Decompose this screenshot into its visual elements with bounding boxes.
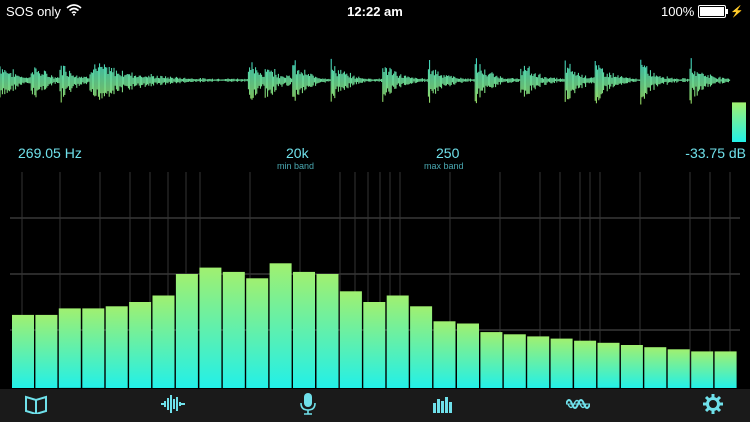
spectrum-bar (574, 340, 597, 388)
spectrum-bar (457, 323, 479, 388)
spectrum-bar (58, 308, 81, 388)
spectrum-bar (433, 321, 456, 388)
spectrum-bar (339, 291, 362, 388)
battery-percent: 100% (661, 4, 695, 19)
spectrum-bar (386, 295, 409, 388)
microphone-icon (300, 392, 316, 420)
spectrum-bar (129, 302, 152, 388)
spectrum-bars-icon (432, 395, 454, 418)
spectrum-bar (667, 349, 690, 388)
max-band-label: max band (424, 161, 464, 171)
tab-book[interactable] (24, 394, 48, 418)
spectrum-bar (152, 295, 175, 388)
frequency-readout: 269.05 Hz (18, 145, 82, 161)
spectrum-bar (363, 302, 386, 388)
spectrum-bar (550, 338, 573, 388)
tab-bar (0, 389, 750, 422)
level-readout: -33.75 dB (685, 145, 746, 161)
book-icon (25, 394, 47, 419)
tab-oscilloscope[interactable] (565, 394, 591, 419)
spectrum-bar (316, 274, 339, 388)
gear-icon (703, 393, 723, 419)
oscilloscope-icon (565, 394, 591, 419)
spectrum-bar (82, 308, 105, 388)
spectrum-bar (597, 342, 620, 388)
spectrum-bar (222, 271, 245, 388)
spectrum-bar (714, 351, 737, 388)
min-band-label: min band (277, 161, 315, 171)
spectrum-bar (269, 263, 292, 388)
spectrum-bar (480, 332, 503, 388)
level-meter (732, 102, 746, 142)
tab-spectrum[interactable] (431, 394, 455, 418)
status-time: 12:22 am (347, 4, 403, 19)
waveform-trace (0, 58, 731, 105)
spectrum-display[interactable] (0, 172, 750, 388)
waveform-icon (161, 394, 185, 419)
battery-icon (698, 5, 729, 18)
spectrum-bar (35, 314, 58, 388)
spectrum-bar (105, 306, 128, 388)
status-right: 100% ⚡ (661, 4, 744, 19)
spectrum-bar (293, 271, 315, 388)
spectrum-bar (644, 347, 667, 388)
tab-settings[interactable] (701, 393, 725, 419)
status-bar: SOS only 12:22 am 100% ⚡ (0, 0, 750, 24)
min-band-value[interactable]: 20k (286, 145, 309, 161)
spectrum-bar (199, 267, 222, 388)
spectrum-bar (246, 278, 269, 388)
max-band-value[interactable]: 250 (436, 145, 459, 161)
spectrum-bar (175, 274, 198, 388)
spectrum-bar (503, 334, 526, 388)
spectrum-bar (12, 314, 34, 388)
tab-waveform[interactable] (161, 394, 185, 418)
spectrum-bar (410, 306, 433, 388)
tab-microphone[interactable] (296, 392, 320, 420)
waveform-display[interactable] (0, 40, 750, 144)
spectrum-bar (527, 336, 550, 388)
spectrum-bar (620, 345, 643, 388)
charging-bolt-icon: ⚡ (730, 6, 744, 18)
spectrum-bar (691, 351, 714, 388)
